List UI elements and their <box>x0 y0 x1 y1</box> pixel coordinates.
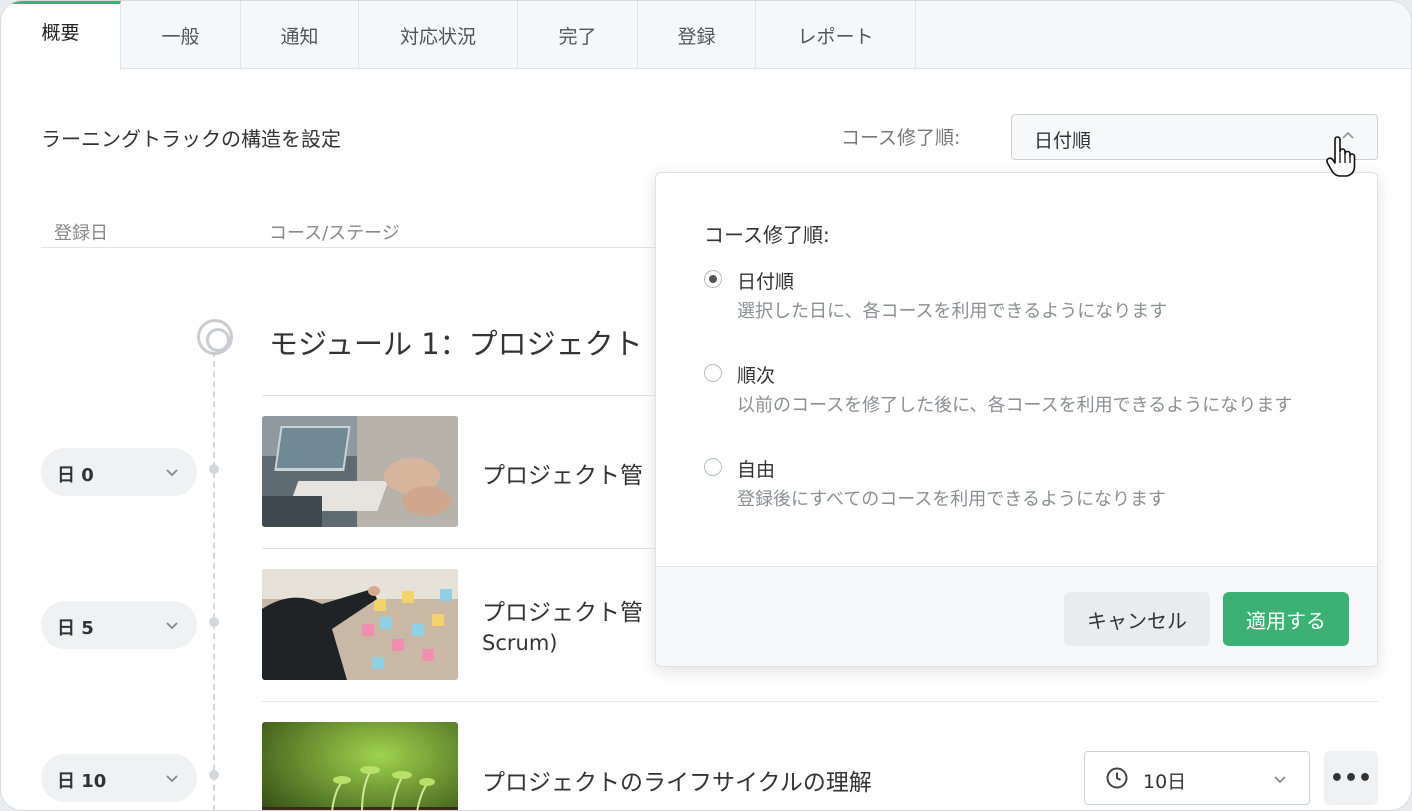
popover-title: コース修了順: <box>704 223 830 247</box>
tab-completion[interactable]: 完了 <box>518 1 638 69</box>
timeline-line <box>213 351 215 810</box>
day-select-row-2[interactable]: 日 5 <box>41 601 197 649</box>
tab-notifications[interactable]: 通知 <box>241 1 359 69</box>
course-title-1[interactable]: プロジェクト管 <box>482 456 643 490</box>
option-label: 順次 <box>737 365 776 387</box>
cancel-button[interactable]: キャンセル <box>1064 592 1210 646</box>
module-node-icon <box>197 319 233 355</box>
option-label: 日付順 <box>737 271 795 293</box>
more-options-button[interactable]: ••• <box>1324 751 1378 805</box>
tab-bar: 概要 一般 通知 対応状況 完了 登録 レポート <box>1 1 1411 70</box>
duration-select[interactable]: 10日 <box>1084 751 1310 805</box>
tab-general[interactable]: 一般 <box>121 1 241 69</box>
completion-order-popover: コース修了順: 日付順 選択した日に、各コースを利用できるようになります 順次 … <box>655 172 1378 667</box>
option-description: 選択した日に、各コースを利用できるようになります <box>737 301 1168 322</box>
day-label: 日 10 <box>57 771 107 792</box>
module-title: モジュール 1：プロジェクト <box>269 327 643 361</box>
column-header-enroll-date: 登録日 <box>54 223 108 244</box>
option-description: 登録後にすべてのコースを利用できるようになります <box>737 489 1166 510</box>
tab-overview[interactable]: 概要 <box>1 1 121 70</box>
duration-value: 10日 <box>1143 771 1187 793</box>
completion-order-select[interactable]: 日付順 <box>1011 114 1378 160</box>
timeline-dot <box>209 464 219 474</box>
course-title-2[interactable]: プロジェクト管 <box>482 593 643 627</box>
course-thumbnail-1[interactable] <box>262 416 458 527</box>
more-icon: ••• <box>1329 765 1373 791</box>
row-divider <box>262 701 1378 702</box>
chevron-down-icon <box>163 616 181 638</box>
course-thumbnail-3[interactable] <box>262 722 458 810</box>
course-title-3[interactable]: プロジェクトのライフサイクルの理解 <box>482 763 872 797</box>
chevron-down-icon <box>1271 770 1289 792</box>
day-label: 日 5 <box>57 618 94 639</box>
option-label: 自由 <box>737 459 776 481</box>
option-description: 以前のコースを修了した後に、各コースを利用できるようになります <box>737 395 1293 416</box>
day-select-row-3[interactable]: 日 10 <box>41 754 197 802</box>
popover-footer: キャンセル 適用する <box>656 566 1377 666</box>
day-label: 日 0 <box>57 465 94 486</box>
tab-report[interactable]: レポート <box>756 1 916 69</box>
radio-by-date[interactable] <box>704 270 722 288</box>
radio-sequential[interactable] <box>704 364 722 382</box>
column-header-course-stage: コース/ステージ <box>269 223 400 244</box>
completion-order-value: 日付順 <box>1034 130 1092 152</box>
timeline-dot <box>209 770 219 780</box>
radio-free[interactable] <box>704 458 722 476</box>
tab-enrollment[interactable]: 登録 <box>638 1 756 69</box>
timeline-dot <box>209 617 219 627</box>
apply-button[interactable]: 適用する <box>1223 592 1349 646</box>
app-window: 概要 一般 通知 対応状況 完了 登録 レポート ラーニングトラックの構造を設定… <box>0 0 1412 811</box>
completion-order-label: コース修了順: <box>841 127 961 149</box>
chevron-down-icon <box>163 463 181 485</box>
clock-icon <box>1105 766 1129 794</box>
day-select-row-1[interactable]: 日 0 <box>41 448 197 496</box>
section-title: ラーニングトラックの構造を設定 <box>41 127 341 151</box>
hand-cursor-icon <box>1326 136 1356 182</box>
course-thumbnail-2[interactable] <box>262 569 458 680</box>
course-subtitle-2: Scrum) <box>482 631 558 655</box>
chevron-down-icon <box>163 769 181 791</box>
tab-status[interactable]: 対応状況 <box>359 1 518 69</box>
